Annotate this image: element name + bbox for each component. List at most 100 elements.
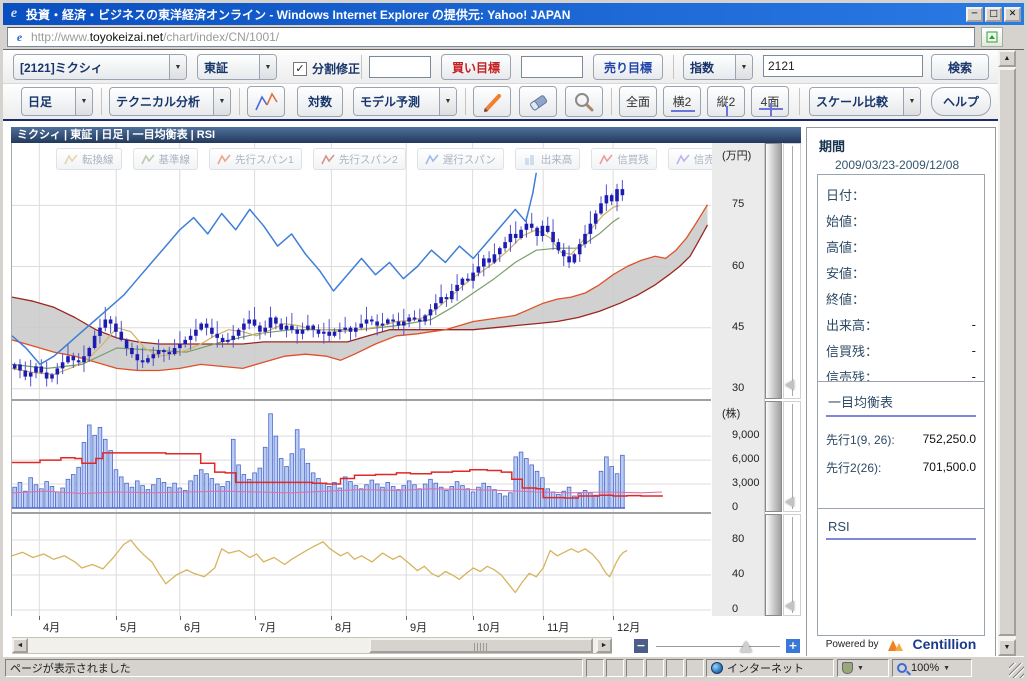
chart-region: ミクシィ | 東証 | 日足 | 一目均衡表 | RSI 転換線基準線先行スパン… <box>11 127 801 655</box>
chevron-down-icon: ▼ <box>259 55 276 79</box>
protected-mode-pane[interactable]: ▼ <box>837 659 889 677</box>
zoom-out-button[interactable]: − <box>634 639 648 653</box>
volume-axis-unit: (株) <box>722 405 740 421</box>
legend-出来高[interactable]: 出来高 <box>515 148 581 170</box>
zoom-in-button[interactable]: + <box>786 639 800 653</box>
toolbar-primary: [2121]ミクシィ ▼ 東証 ▼ ✓ 分割修正 買い目標 売り目標 指数 ▼ … <box>3 50 998 84</box>
help-button[interactable]: ヘルプ <box>931 87 991 116</box>
split-adjust-checkbox[interactable]: ✓ 分割修正 <box>293 60 360 77</box>
toolbar-secondary: 日足 ▼ テクニカル分析 ▼ 対数 モデル予測 ▼ <box>3 84 998 121</box>
address-input[interactable]: e http://www.toyokeizai.net/chart/index/… <box>7 27 975 47</box>
ichimoku-row: 先行1(9, 26):752,250.0 <box>826 425 976 453</box>
month-tick <box>331 616 332 620</box>
buy-target-input[interactable] <box>369 56 431 78</box>
resize-grip[interactable] <box>1009 663 1024 678</box>
ichimoku-row: 先行2(26):701,500.0 <box>826 453 976 481</box>
info-sidebar: 期間 2009/03/23-2009/12/08 日付：始値：高値：安値：終値：… <box>806 127 996 657</box>
month-label: 9月 <box>410 619 427 635</box>
chevron-down-icon: ▼ <box>857 665 864 672</box>
bars-icon <box>523 153 537 166</box>
volume-scale-slider[interactable] <box>783 401 801 512</box>
rsi-tick: 40 <box>732 568 744 580</box>
sell-target-input[interactable] <box>521 56 583 78</box>
slider-pointer-icon[interactable] <box>785 380 794 390</box>
layout-h2-button[interactable]: 横2 <box>663 86 701 117</box>
status-empty-pane <box>686 659 704 677</box>
layout-quad-button[interactable]: 4面 <box>751 86 789 117</box>
search-button[interactable]: 検索 <box>931 54 989 80</box>
line-chart-button[interactable] <box>247 86 285 117</box>
technical-select[interactable]: テクニカル分析 ▼ <box>109 87 231 116</box>
price-scale-slider[interactable] <box>783 143 801 399</box>
legend-先行スパン2[interactable]: 先行スパン2 <box>313 148 406 170</box>
price-axis-scrollbar[interactable] <box>765 143 782 399</box>
price-tick: 30 <box>732 382 744 394</box>
scroll-up-icon[interactable]: ▲ <box>998 50 1016 67</box>
globe-icon <box>711 662 723 674</box>
close-button[interactable]: ✕ <box>1004 7 1021 22</box>
eraser-icon <box>526 90 550 114</box>
buy-target-button[interactable]: 買い目標 <box>441 54 511 80</box>
log-scale-button[interactable]: 対数 <box>297 86 343 117</box>
status-empty-pane <box>666 659 684 677</box>
shield-icon <box>842 662 853 674</box>
slider-pointer-icon[interactable] <box>785 497 794 507</box>
price-tick: 60 <box>732 260 744 272</box>
rsi-axis-scrollbar[interactable] <box>765 514 782 616</box>
chevron-down-icon: ▼ <box>735 55 752 79</box>
volume-chart[interactable] <box>12 401 711 512</box>
info-row: 終値： <box>826 285 976 311</box>
legend-信買残[interactable]: 信買残 <box>591 148 657 170</box>
model-forecast-select[interactable]: モデル予測 ▼ <box>353 87 457 116</box>
legend-基準線[interactable]: 基準線 <box>133 148 199 170</box>
scroll-left-icon[interactable]: ◄ <box>12 638 28 653</box>
chart-body: 転換線基準線先行スパン1先行スパン2遅行スパン出来高信買残信売残RSI 4月5月… <box>11 143 801 655</box>
status-bar: ページが表示されました インターネット ▼ 100% ▼ <box>3 656 1024 678</box>
powered-by: Powered by Centillion <box>807 636 995 652</box>
draw-button[interactable] <box>473 86 511 117</box>
scrollbar-thumb[interactable] <box>369 638 593 653</box>
browser-scrollbar[interactable]: ▲ ▼ <box>998 50 1016 656</box>
zoom-level-pane[interactable]: 100% ▼ <box>892 659 972 677</box>
legend-遅行スパン[interactable]: 遅行スパン <box>417 148 504 170</box>
month-tick <box>473 616 474 620</box>
minimize-button[interactable]: ─ <box>966 7 983 22</box>
snapshot-button[interactable] <box>981 27 1003 47</box>
checkbox-check-icon: ✓ <box>293 62 307 76</box>
rsi-chart[interactable] <box>12 514 711 616</box>
period-select[interactable]: 日足 ▼ <box>21 87 93 116</box>
axis-column: (万円)75604530(株)9,0006,0003,000080400 <box>712 143 765 616</box>
code-input[interactable] <box>763 55 923 77</box>
status-empty-pane <box>586 659 604 677</box>
url-prefix: http://www. <box>31 30 90 44</box>
month-label: 12月 <box>617 619 640 635</box>
zoom-slider-track[interactable] <box>656 646 780 647</box>
volume-axis-scrollbar[interactable] <box>765 401 782 512</box>
legend-先行スパン1[interactable]: 先行スパン1 <box>209 148 302 170</box>
market-select[interactable]: 東証 ▼ <box>197 54 277 80</box>
stock-select[interactable]: [2121]ミクシィ ▼ <box>13 54 187 80</box>
layout-v2-button[interactable]: 縦2 <box>707 86 745 117</box>
browser-scrollbar-thumb[interactable] <box>998 68 1016 636</box>
scale-compare-select[interactable]: スケール比較 ▼ <box>809 87 921 116</box>
month-label: 7月 <box>259 619 276 635</box>
page-content: ミクシィ | 東証 | 日足 | 一目均衡表 | RSI 転換線基準線先行スパン… <box>3 121 998 656</box>
erase-button[interactable] <box>519 86 557 117</box>
centillion-logo-icon <box>885 637 907 652</box>
rsi-scale-slider[interactable] <box>783 514 801 616</box>
scroll-right-icon[interactable]: ► <box>596 638 612 653</box>
horizontal-scrollbar[interactable]: ◄ ► <box>12 637 612 654</box>
sell-target-button[interactable]: 売り目標 <box>593 54 663 80</box>
legend-転換線[interactable]: 転換線 <box>56 148 122 170</box>
scroll-down-icon[interactable]: ▼ <box>998 639 1016 656</box>
slider-pointer-icon[interactable] <box>785 601 794 611</box>
rsi-box: RSI <box>817 508 985 636</box>
index-select[interactable]: 指数 ▼ <box>683 54 753 80</box>
zoom-tool-button[interactable] <box>565 86 603 117</box>
maximize-button[interactable]: □ <box>985 7 1002 22</box>
price-chart[interactable] <box>12 143 711 399</box>
info-row: 始値： <box>826 207 976 233</box>
layout-full-button[interactable]: 全面 <box>619 86 657 117</box>
month-label: 11月 <box>547 619 569 635</box>
zoom-slider-thumb[interactable] <box>740 641 752 652</box>
